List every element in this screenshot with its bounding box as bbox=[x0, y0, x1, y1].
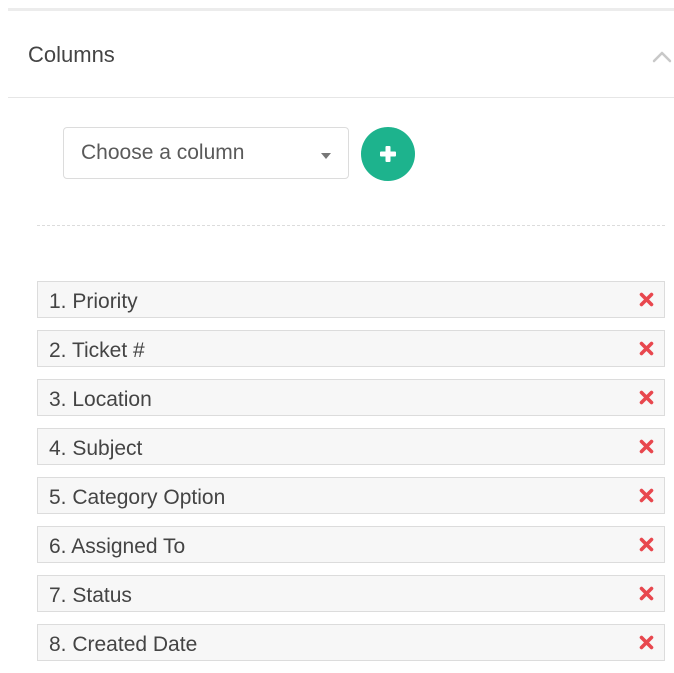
caret-down-icon bbox=[321, 153, 331, 159]
panel-title: Columns bbox=[28, 42, 115, 67]
columns-panel-header[interactable]: Columns bbox=[8, 11, 674, 98]
remove-icon[interactable] bbox=[639, 635, 654, 650]
chevron-up-icon[interactable] bbox=[650, 45, 674, 69]
dashed-divider bbox=[37, 225, 665, 226]
remove-icon[interactable] bbox=[639, 488, 654, 503]
column-item-assigned-to[interactable]: 6. Assigned To bbox=[37, 526, 665, 563]
column-item-label: 2. Ticket # bbox=[49, 339, 145, 362]
remove-icon[interactable] bbox=[639, 439, 654, 454]
remove-icon[interactable] bbox=[639, 586, 654, 601]
remove-icon[interactable] bbox=[639, 390, 654, 405]
column-item-status[interactable]: 7. Status bbox=[37, 575, 665, 612]
selected-columns-list: 1. Priority 2. Ticket # 3. Location 4. S… bbox=[37, 281, 665, 673]
column-item-priority[interactable]: 1. Priority bbox=[37, 281, 665, 318]
add-column-button[interactable] bbox=[361, 127, 415, 181]
column-item-label: 4. Subject bbox=[49, 437, 143, 460]
column-select-placeholder: Choose a column bbox=[81, 141, 245, 164]
plus-icon bbox=[380, 146, 396, 162]
column-item-label: 7. Status bbox=[49, 584, 132, 607]
remove-icon[interactable] bbox=[639, 537, 654, 552]
column-item-ticket-number[interactable]: 2. Ticket # bbox=[37, 330, 665, 367]
column-item-label: 3. Location bbox=[49, 388, 152, 411]
column-item-label: 6. Assigned To bbox=[49, 535, 186, 558]
column-item-location[interactable]: 3. Location bbox=[37, 379, 665, 416]
column-item-label: 8. Created Date bbox=[49, 633, 198, 656]
column-item-created-date[interactable]: 8. Created Date bbox=[37, 624, 665, 661]
remove-icon[interactable] bbox=[639, 341, 654, 356]
column-select-dropdown[interactable]: Choose a column bbox=[63, 127, 349, 179]
column-item-label: 5. Category Option bbox=[49, 486, 226, 509]
column-item-category-option[interactable]: 5. Category Option bbox=[37, 477, 665, 514]
column-item-subject[interactable]: 4. Subject bbox=[37, 428, 665, 465]
remove-icon[interactable] bbox=[639, 292, 654, 307]
column-item-label: 1. Priority bbox=[49, 290, 138, 313]
